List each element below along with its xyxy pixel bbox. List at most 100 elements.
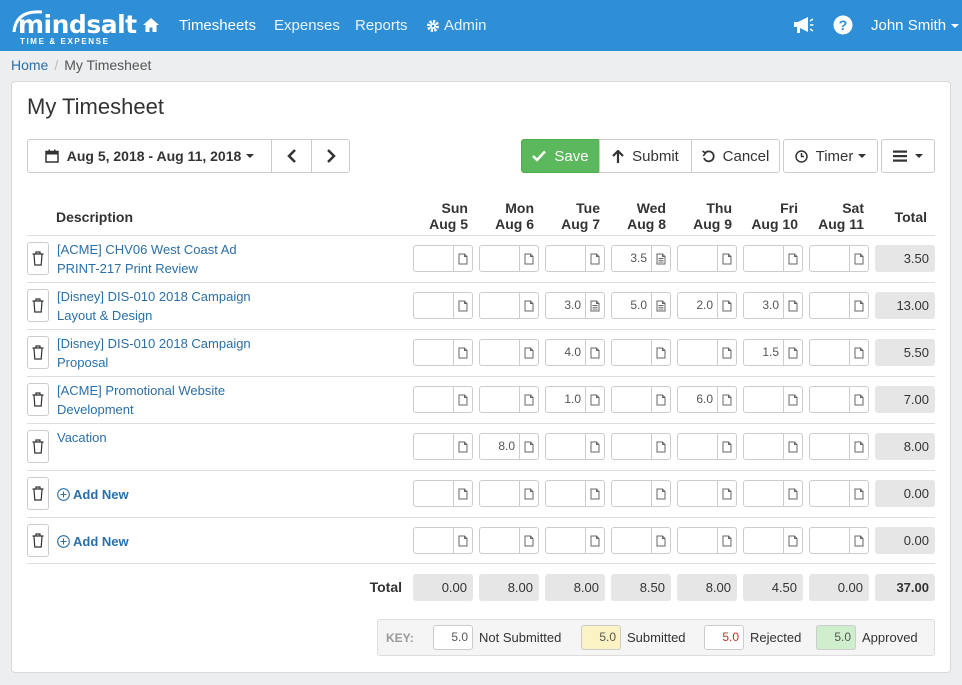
menu-dropdown[interactable] <box>881 139 935 173</box>
date-range-dropdown[interactable]: Aug 5, 2018 - Aug 11, 2018 <box>27 139 272 173</box>
hours-input[interactable] <box>678 434 718 459</box>
note-icon[interactable] <box>454 340 472 365</box>
note-icon[interactable] <box>850 387 868 412</box>
mindsalt-logo[interactable]: mindsalt TIME & EXPENSE <box>10 6 137 46</box>
note-icon[interactable] <box>586 340 604 365</box>
note-filled-icon[interactable] <box>652 293 670 318</box>
hours-input[interactable] <box>414 387 454 412</box>
hours-input[interactable]: 5.0 <box>612 293 652 318</box>
hours-input[interactable] <box>612 528 652 553</box>
note-filled-icon[interactable] <box>652 246 670 271</box>
hours-input[interactable] <box>546 246 586 271</box>
note-icon[interactable] <box>850 293 868 318</box>
task-description-link[interactable]: [ACME] Promotional Website Development <box>57 381 225 419</box>
hours-input[interactable] <box>480 246 520 271</box>
note-icon[interactable] <box>454 481 472 506</box>
note-icon[interactable] <box>520 293 538 318</box>
delete-row-button[interactable] <box>27 477 49 510</box>
nav-timesheets[interactable]: Timesheets <box>179 17 256 34</box>
delete-row-button[interactable] <box>27 383 49 416</box>
delete-row-button[interactable] <box>27 242 49 275</box>
note-icon[interactable] <box>850 246 868 271</box>
hours-input[interactable] <box>414 246 454 271</box>
hours-input[interactable] <box>810 434 850 459</box>
hours-input[interactable] <box>612 340 652 365</box>
hours-input[interactable]: 2.0 <box>678 293 718 318</box>
save-button[interactable]: Save <box>521 139 600 173</box>
hours-input[interactable]: 1.0 <box>546 387 586 412</box>
task-description-link[interactable]: [Disney] DIS-010 2018 Campaign Proposal <box>57 334 251 372</box>
note-icon[interactable] <box>784 528 802 553</box>
note-icon[interactable] <box>520 528 538 553</box>
hours-input[interactable]: 8.0 <box>480 434 520 459</box>
home-icon[interactable] <box>142 16 160 34</box>
note-icon[interactable] <box>784 434 802 459</box>
hours-input[interactable] <box>810 387 850 412</box>
note-icon[interactable] <box>784 340 802 365</box>
task-description-link[interactable]: [ACME] CHV06 West Coast Ad PRINT-217 Prin… <box>57 240 237 278</box>
hours-input[interactable]: 1.5 <box>744 340 784 365</box>
note-icon[interactable] <box>520 387 538 412</box>
note-icon[interactable] <box>520 434 538 459</box>
hours-input[interactable] <box>414 293 454 318</box>
hours-input[interactable] <box>744 246 784 271</box>
hours-input[interactable] <box>612 387 652 412</box>
note-icon[interactable] <box>718 340 736 365</box>
note-icon[interactable] <box>586 246 604 271</box>
hours-input[interactable] <box>546 481 586 506</box>
timer-dropdown[interactable]: Timer <box>783 139 878 173</box>
note-icon[interactable] <box>454 434 472 459</box>
hours-input[interactable] <box>678 481 718 506</box>
submit-button[interactable]: Submit <box>599 139 692 173</box>
note-icon[interactable] <box>586 434 604 459</box>
megaphone-icon[interactable] <box>792 15 814 38</box>
help-icon[interactable]: ? <box>833 15 853 38</box>
nav-admin[interactable]: Admin <box>426 17 487 34</box>
hours-input[interactable] <box>678 528 718 553</box>
note-icon[interactable] <box>586 481 604 506</box>
breadcrumb-home[interactable]: Home <box>11 57 48 73</box>
note-icon[interactable] <box>718 528 736 553</box>
hours-input[interactable] <box>810 340 850 365</box>
note-icon[interactable] <box>850 528 868 553</box>
task-description-link[interactable]: [Disney] DIS-010 2018 Campaign Layout & D… <box>57 287 251 325</box>
note-icon[interactable] <box>652 434 670 459</box>
note-icon[interactable] <box>520 340 538 365</box>
note-filled-icon[interactable] <box>586 293 604 318</box>
hours-input[interactable]: 6.0 <box>678 387 718 412</box>
hours-input[interactable] <box>810 528 850 553</box>
hours-input[interactable] <box>612 481 652 506</box>
hours-input[interactable] <box>414 340 454 365</box>
hours-input[interactable] <box>744 387 784 412</box>
hours-input[interactable] <box>546 434 586 459</box>
hours-input[interactable] <box>612 434 652 459</box>
hours-input[interactable] <box>744 481 784 506</box>
hours-input[interactable] <box>678 340 718 365</box>
hours-input[interactable] <box>546 528 586 553</box>
note-icon[interactable] <box>784 246 802 271</box>
note-icon[interactable] <box>454 246 472 271</box>
user-menu[interactable]: John Smith <box>871 17 960 34</box>
note-icon[interactable] <box>586 528 604 553</box>
hours-input[interactable]: 3.5 <box>612 246 652 271</box>
hours-input[interactable] <box>744 528 784 553</box>
hours-input[interactable] <box>480 293 520 318</box>
hours-input[interactable] <box>414 528 454 553</box>
hours-input[interactable]: 3.0 <box>546 293 586 318</box>
note-icon[interactable] <box>718 246 736 271</box>
note-icon[interactable] <box>454 293 472 318</box>
note-icon[interactable] <box>850 481 868 506</box>
note-icon[interactable] <box>652 340 670 365</box>
hours-input[interactable] <box>810 293 850 318</box>
note-icon[interactable] <box>520 246 538 271</box>
note-icon[interactable] <box>718 434 736 459</box>
hours-input[interactable] <box>480 387 520 412</box>
hours-input[interactable] <box>414 434 454 459</box>
hours-input[interactable] <box>678 246 718 271</box>
delete-row-button[interactable] <box>27 289 49 322</box>
prev-week-button[interactable] <box>271 139 312 173</box>
note-icon[interactable] <box>652 481 670 506</box>
note-icon[interactable] <box>586 387 604 412</box>
add-new-link[interactable]: Add New <box>57 534 129 549</box>
note-icon[interactable] <box>454 387 472 412</box>
